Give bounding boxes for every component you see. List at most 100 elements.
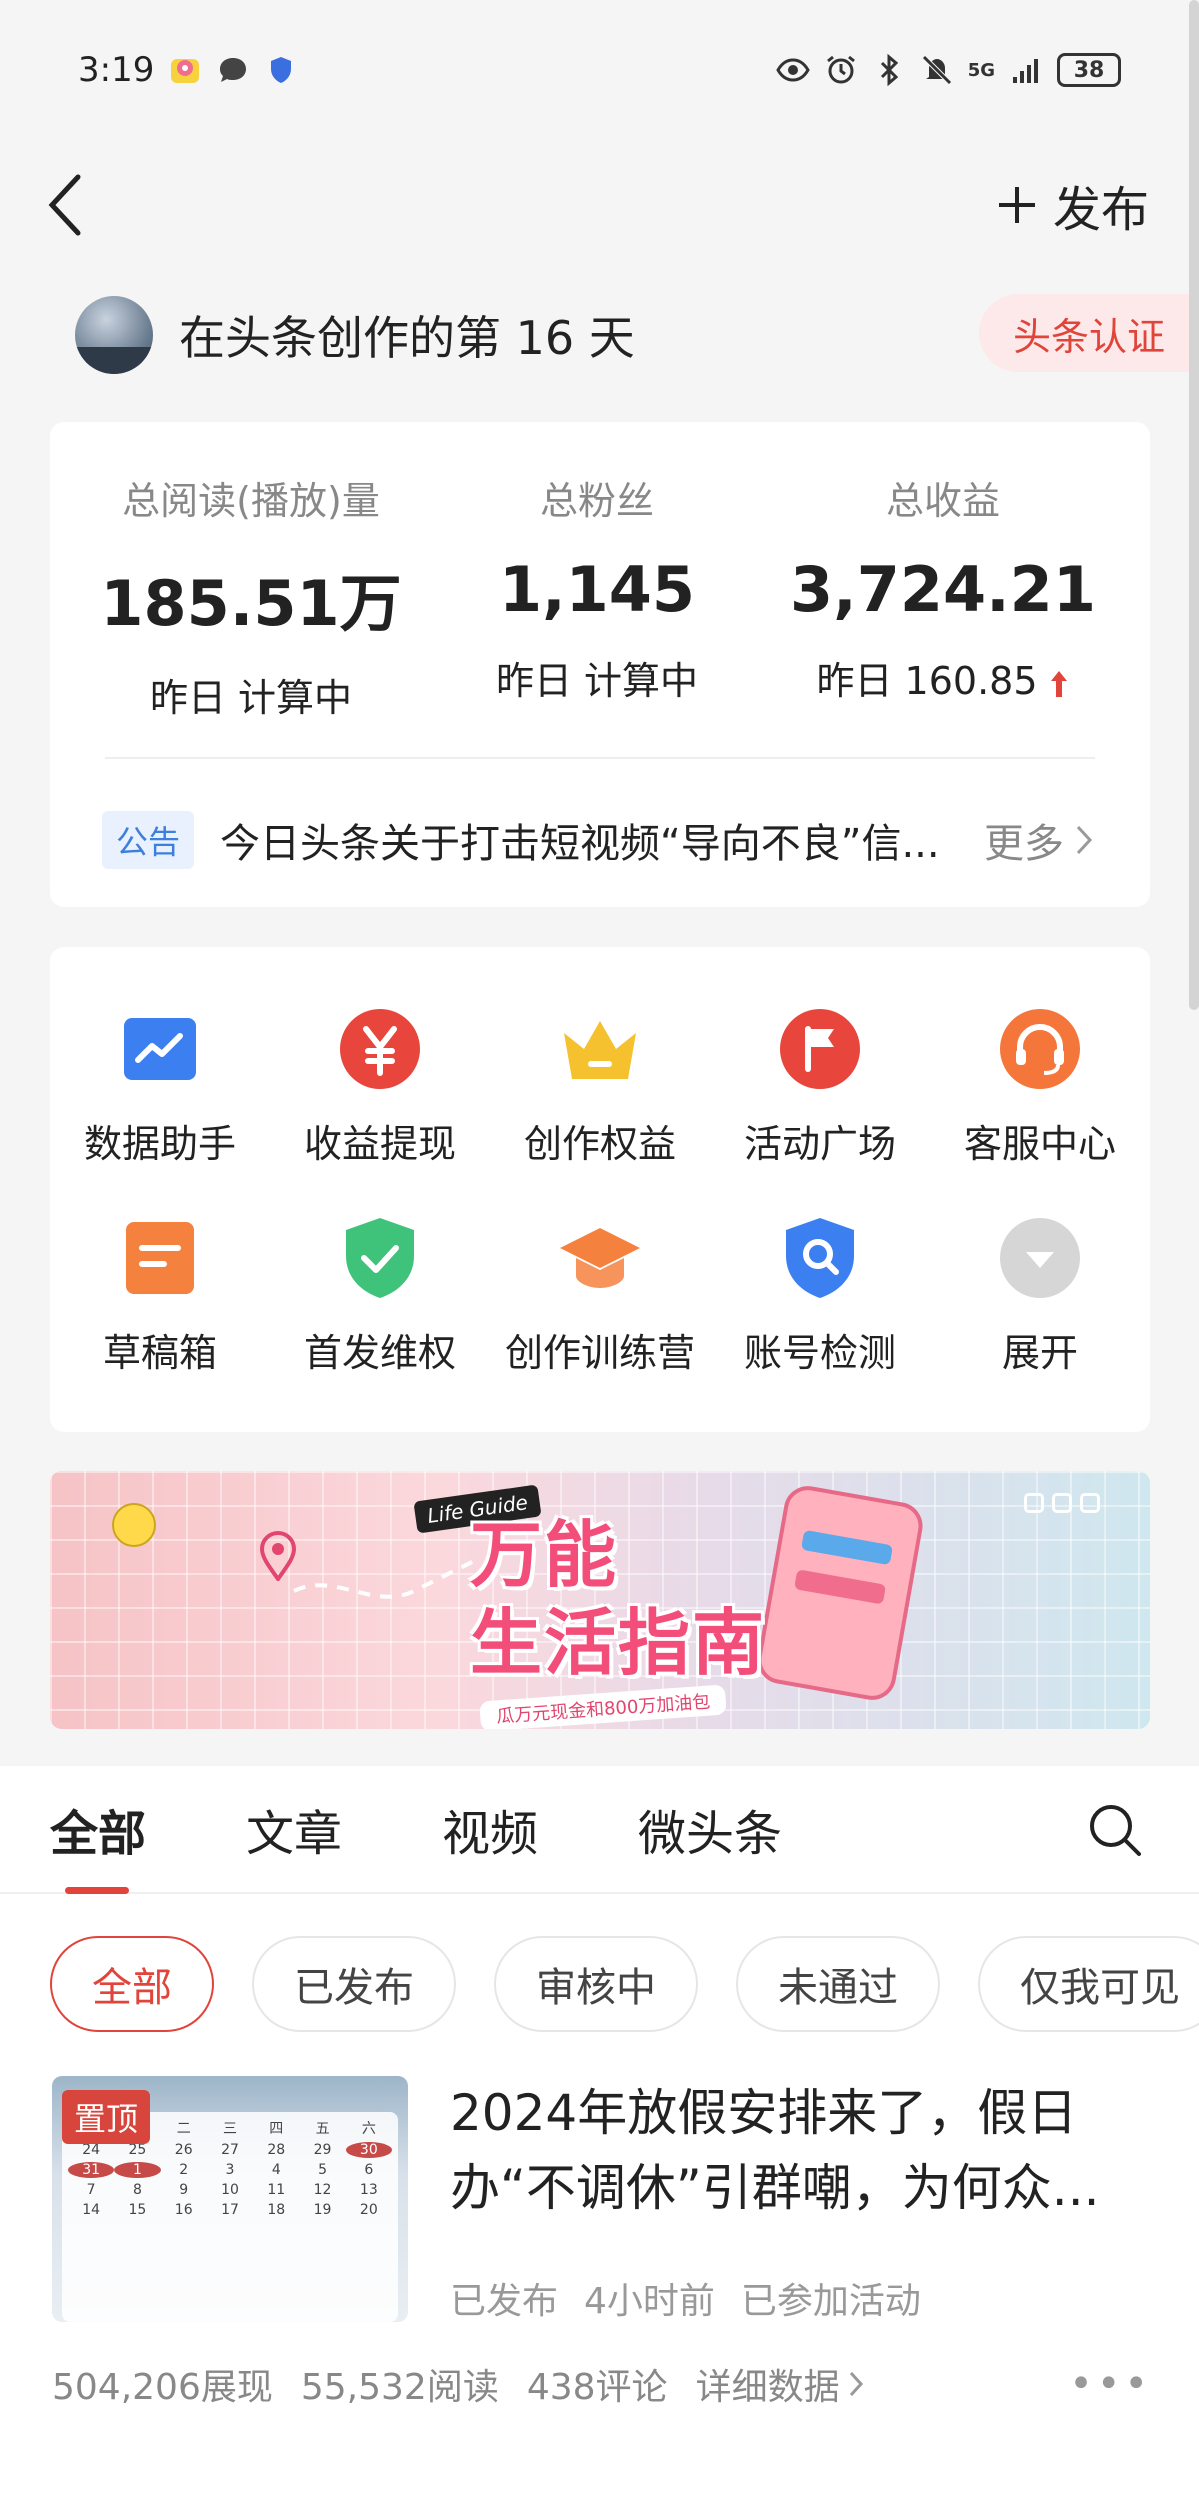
tool-account-check[interactable]: 账号检测 <box>710 1216 930 1377</box>
banner-dash-path <box>293 1559 475 1599</box>
chevron-right-icon <box>1076 825 1093 855</box>
notice-tag: 公告 <box>102 811 195 869</box>
stat-reads[interactable]: 总阅读(播放)量 185.51万 昨日 计算中 <box>96 470 406 722</box>
status-bar: 3:19 5G 38 <box>0 0 1199 140</box>
promo-banner[interactable]: Life Guide 万能 生活指南 瓜万元现金和800万加油包 <box>50 1471 1150 1729</box>
tool-training-camp[interactable]: 创作训练营 <box>490 1216 710 1377</box>
article-meta: 已发布 4小时前 已参加活动 <box>450 2272 921 2324</box>
notice-more-label: 更多 <box>984 821 1065 867</box>
tool-label: 数据助手 <box>83 1122 236 1166</box>
calendar-header-cell: 二 <box>176 2121 191 2137</box>
headset-icon <box>998 1007 1082 1091</box>
banner-indicator <box>1024 1493 1100 1513</box>
eye-icon <box>775 58 810 82</box>
calendar-day-cell: 27 <box>221 2142 239 2158</box>
cert-badge[interactable]: 头条认证 <box>978 294 1199 372</box>
calendar-day-cell: 26 <box>174 2142 193 2158</box>
stat-value: 3,724.21 <box>790 553 1096 626</box>
article-title-line2: 办“不调休”引群嘲，为何众... <box>450 2159 1100 2217</box>
filter-all[interactable]: 全部 <box>50 1936 214 2032</box>
article-item[interactable]: 日一二三四五六242526272829303112345678910111213… <box>0 2076 1199 2326</box>
notice-more-link[interactable]: 更多 <box>984 811 1094 869</box>
tool-label: 活动广场 <box>743 1122 896 1166</box>
search-icon[interactable] <box>1085 1800 1145 1860</box>
tool-creator-benefits[interactable]: 创作权益 <box>490 1007 710 1168</box>
scrollbar[interactable] <box>1189 0 1199 1010</box>
status-filters: 全部 已发布 审核中 未通过 仅我可见 <box>0 1894 1199 2032</box>
status-left: 3:19 <box>78 50 298 90</box>
tab-videos[interactable]: 视频 <box>442 1794 538 1864</box>
nav-bar: 发布 <box>0 140 1199 270</box>
filter-reviewing[interactable]: 审核中 <box>494 1936 698 2032</box>
tab-all[interactable]: 全部 <box>50 1794 146 1894</box>
calendar-header-cell: 三 <box>222 2121 237 2137</box>
notice-text[interactable]: 今日头条关于打击短视频“导向不良”信... <box>220 811 960 869</box>
avatar[interactable] <box>75 296 153 374</box>
filter-private[interactable]: 仅我可见 <box>978 1936 1199 2032</box>
article-title[interactable]: 2024年放假安排来了，假日 办“不调休”引群嘲，为何众... <box>450 2076 1150 2226</box>
calendar-day-cell: 4 <box>271 2162 281 2178</box>
tool-label: 创作训练营 <box>504 1331 695 1375</box>
tool-drafts[interactable]: 草稿箱 <box>50 1216 270 1377</box>
calendar-day-cell: 6 <box>364 2162 374 2178</box>
stat-earnings[interactable]: 总收益 3,724.21 昨日 160.85 <box>788 470 1098 722</box>
filter-published[interactable]: 已发布 <box>252 1936 456 2032</box>
calendar-day-cell: 2 <box>179 2162 189 2178</box>
calendar-day-cell: 25 <box>128 2142 147 2158</box>
filter-rejected[interactable]: 未通过 <box>736 1936 940 2032</box>
calendar-day-cell: 16 <box>174 2202 193 2218</box>
search-shield-icon <box>778 1216 862 1300</box>
stat-fans[interactable]: 总粉丝 1,145 昨日 计算中 <box>442 470 752 722</box>
chart-icon <box>118 1007 202 1091</box>
stats-row: 总阅读(播放)量 185.51万 昨日 计算中 总粉丝 1,145 昨日 计算中… <box>50 422 1150 722</box>
stat-sub: 昨日 160.85 <box>816 659 1038 703</box>
calendar-day-cell: 31 <box>68 2162 115 2178</box>
calendar-day-cell: 17 <box>221 2202 239 2218</box>
calendar-day-cell: 9 <box>179 2182 189 2198</box>
status-right: 5G 38 <box>775 53 1121 87</box>
stat-label: 总收益 <box>885 479 1000 523</box>
calendar-day-cell: 13 <box>359 2182 378 2198</box>
tool-grid: 数据助手 收益提现 创作权益 活动广场 客服中心 草稿箱 首发维权 创作训练营 … <box>50 947 1150 1377</box>
back-button[interactable] <box>44 165 104 245</box>
tool-original-protection[interactable]: 首发维权 <box>270 1216 490 1377</box>
calendar-day-cell: 18 <box>267 2202 286 2218</box>
stat-sub: 昨日 计算中 <box>495 659 699 703</box>
calendar-day-cell: 12 <box>313 2182 332 2198</box>
stat-label: 总粉丝 <box>539 479 654 523</box>
back-arrow-icon <box>48 174 81 236</box>
feed-tabs: 全部 文章 视频 微头条 <box>0 1766 1199 1894</box>
article-status: 已发布 <box>450 2281 559 2322</box>
calendar-day-cell: 11 <box>267 2182 286 2198</box>
publish-button[interactable]: 发布 <box>995 170 1149 240</box>
tool-label: 草稿箱 <box>102 1331 217 1375</box>
tool-customer-service[interactable]: 客服中心 <box>930 1007 1150 1168</box>
indicator-dot <box>1052 1493 1072 1513</box>
bluetooth-icon <box>880 53 898 87</box>
profile-row: 在头条创作的第 16 天 头条认证 <box>0 290 1199 380</box>
tab-micro-posts[interactable]: 微头条 <box>638 1794 782 1864</box>
divider <box>105 757 1095 759</box>
stat-value: 185.51万 <box>100 567 402 640</box>
calendar-header-cell: 四 <box>269 2121 284 2137</box>
calendar-day-cell: 3 <box>225 2162 235 2178</box>
tool-data-assistant[interactable]: 数据助手 <box>50 1007 270 1168</box>
calendar-day-cell: 30 <box>345 2142 392 2158</box>
tab-articles[interactable]: 文章 <box>246 1794 342 1864</box>
graduation-cap-icon <box>558 1216 642 1300</box>
tool-activity-plaza[interactable]: 活动广场 <box>710 1007 930 1168</box>
tool-expand[interactable]: 展开 <box>930 1216 1150 1377</box>
flower-app-icon <box>171 59 200 83</box>
tool-earnings-withdraw[interactable]: 收益提现 <box>270 1007 490 1168</box>
tool-label: 创作权益 <box>523 1122 676 1166</box>
calendar-day-cell: 29 <box>313 2142 332 2158</box>
indicator-dot <box>1024 1493 1044 1513</box>
plus-icon <box>998 187 1035 223</box>
calendar-day-cell: 28 <box>267 2142 286 2158</box>
article-activity: 已参加活动 <box>740 2281 921 2322</box>
notice-bar[interactable]: 公告 今日头条关于打击短视频“导向不良”信... 更多 <box>102 805 1110 875</box>
detail-data-link[interactable]: 详细数据 <box>696 2358 864 2410</box>
creation-days-text: 在头条创作的第 16 天 <box>179 311 635 365</box>
tool-label: 客服中心 <box>963 1122 1116 1166</box>
more-dots-icon[interactable]: ••• <box>1069 2361 1152 2407</box>
